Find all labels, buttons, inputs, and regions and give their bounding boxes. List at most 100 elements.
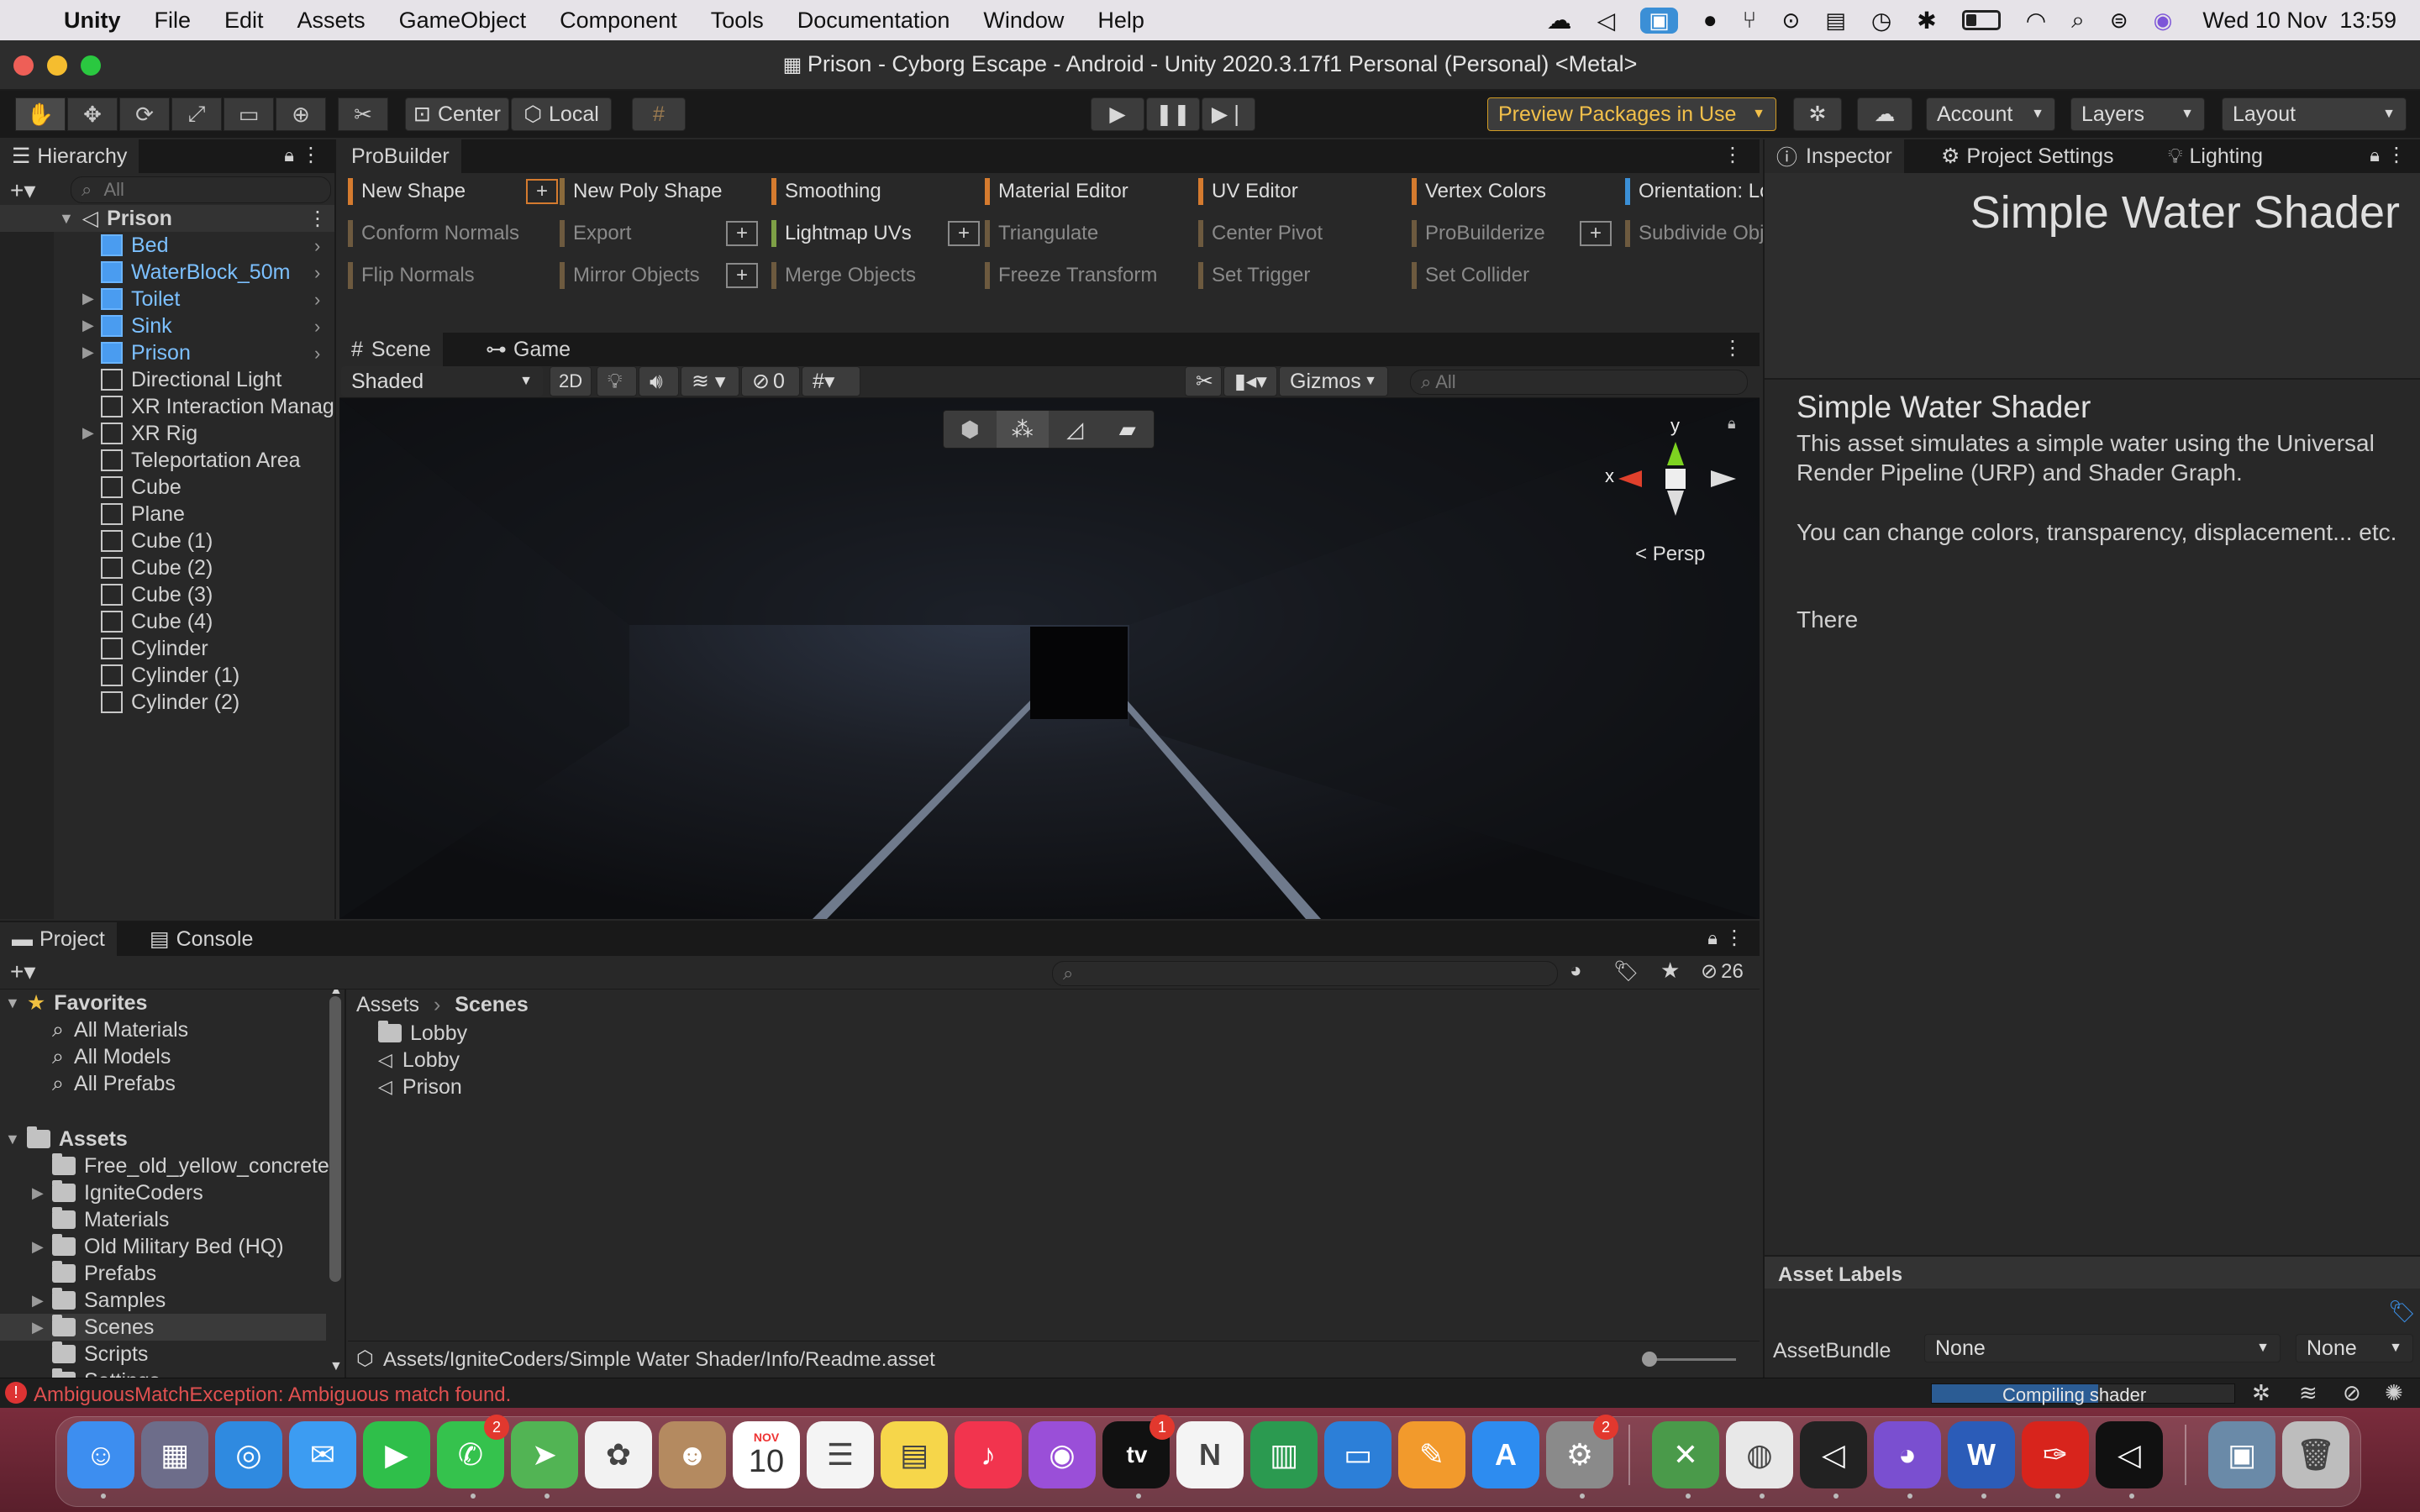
photos-icon[interactable]: ✿ <box>585 1421 652 1488</box>
podcasts-icon[interactable]: ◉ <box>1028 1421 1096 1488</box>
hierarchy-item[interactable]: Cylinder (2) <box>101 689 239 716</box>
probuilder-action[interactable]: New Poly Shape <box>560 178 722 205</box>
word-icon[interactable]: W <box>1948 1421 2015 1488</box>
menu-documentation[interactable]: Documentation <box>797 8 950 34</box>
move-tool-icon[interactable]: ✥ <box>67 97 118 131</box>
chevron-right-icon[interactable]: › <box>314 289 320 311</box>
keynote-icon[interactable]: ▭ <box>1324 1421 1392 1488</box>
gizmo-lock-icon[interactable]: 🔒︎ <box>1728 415 1736 433</box>
probuilder-action[interactable]: Freeze Transform <box>985 262 1157 289</box>
news-icon[interactable]: N <box>1176 1421 1244 1488</box>
probuilder-action[interactable]: Set Trigger <box>1198 262 1310 289</box>
probuilder-action[interactable]: ProBuilderize <box>1412 220 1545 247</box>
collapsed-arrow-icon[interactable]: ▶ <box>32 1184 44 1202</box>
hierarchy-item[interactable]: XR Interaction Manag <box>101 393 334 420</box>
hierarchy-item[interactable]: Plane <box>101 501 185 528</box>
asset-folder[interactable]: Prefabs <box>52 1260 156 1287</box>
grid-toggle-icon[interactable]: #▾ <box>802 366 860 396</box>
probuilder-action[interactable]: Flip Normals <box>348 262 475 289</box>
facetime-icon[interactable]: ▶ <box>363 1421 430 1488</box>
lighting-toggle-icon[interactable]: 💡︎ <box>597 366 637 396</box>
menu-tools[interactable]: Tools <box>711 8 764 34</box>
step-button[interactable]: ▶❘ <box>1202 97 1255 131</box>
console-error-message[interactable]: AmbiguousMatchException: Ambiguous match… <box>34 1383 511 1407</box>
tab-inspector[interactable]: ⓘ Inspector <box>1765 139 1904 173</box>
collapsed-arrow-icon[interactable]: ▶ <box>82 317 94 334</box>
assetbundle-variant-dropdown[interactable]: None ▼ <box>2296 1334 2413 1362</box>
wifi-icon[interactable]: ◠ <box>2026 7 2046 34</box>
probuilder-action[interactable]: Material Editor <box>985 178 1128 205</box>
custom-tool-icon[interactable]: ✂ <box>338 97 388 131</box>
hidden-packages-toggle[interactable]: ⊘ 26 <box>1701 959 1744 984</box>
probuilder-action[interactable]: Smoothing <box>771 178 881 205</box>
chevron-right-icon[interactable]: › <box>314 316 320 338</box>
menu-help[interactable]: Help <box>1097 8 1144 34</box>
collapsed-arrow-icon[interactable]: ▶ <box>32 1292 44 1310</box>
hierarchy-item[interactable]: WaterBlock_50m <box>101 259 290 286</box>
tab-hierarchy[interactable]: ☰ Hierarchy <box>0 139 139 173</box>
probuilder-action[interactable]: Merge Objects <box>771 262 916 289</box>
time-machine-icon[interactable]: ◷ <box>1871 7 1891 34</box>
kebab-menu-icon[interactable]: ⋮ <box>2386 143 2407 167</box>
calendar-widget-icon[interactable]: ▤ <box>1825 8 1846 34</box>
grid-snap-icon[interactable]: # <box>632 97 686 131</box>
auto-generate-lighting-icon[interactable]: ⊘ <box>2343 1380 2361 1406</box>
search-by-label-icon[interactable]: 🏷︎ <box>1613 959 1639 984</box>
pause-button[interactable]: ❚❚ <box>1146 97 1200 131</box>
kebab-menu-icon[interactable]: ⋮ <box>301 143 321 167</box>
chevron-right-icon[interactable]: › <box>314 262 320 284</box>
hierarchy-item[interactable]: Cube (2) <box>101 554 213 581</box>
lock-icon[interactable]: 🔒︎ <box>2370 144 2380 166</box>
action-options-button[interactable]: + <box>726 263 758 288</box>
rotate-tool-icon[interactable]: ⟳ <box>119 97 170 131</box>
hidden-objects-toggle[interactable]: ⊘ 0 <box>741 366 800 396</box>
asset-folder[interactable]: Scenes <box>52 1314 154 1341</box>
siri-icon[interactable]: ◉ <box>2154 8 2173 34</box>
numbers-icon[interactable]: ▥ <box>1250 1421 1318 1488</box>
cloud-icon[interactable]: ☁ <box>1857 97 1912 131</box>
lock-icon[interactable]: 🔒︎ <box>284 144 294 166</box>
hierarchy-item[interactable]: Cylinder (1) <box>101 662 239 689</box>
app-store-icon[interactable]: A <box>1472 1421 1539 1488</box>
icon-size-slider-handle[interactable] <box>1642 1352 1657 1367</box>
create-asset-button[interactable]: +▾ <box>10 958 35 985</box>
favorite-item[interactable]: ⌕ All Models <box>52 1043 171 1070</box>
collapsed-arrow-icon[interactable]: ▶ <box>82 424 94 442</box>
asset-folder[interactable]: Scripts <box>52 1341 148 1368</box>
action-options-button[interactable]: + <box>726 221 758 246</box>
layers-status-icon[interactable]: ≋ <box>2299 1380 2317 1406</box>
probuilder-action[interactable]: Lightmap UVs <box>771 220 912 247</box>
vertex-mode-icon[interactable]: ⁂ <box>996 411 1049 448</box>
hierarchy-item[interactable]: Bed <box>101 232 168 259</box>
menu-edit[interactable]: Edit <box>224 8 264 34</box>
asset-folder[interactable]: Materials <box>52 1206 169 1233</box>
tab-project[interactable]: ▬ Project <box>0 922 117 956</box>
menu-file[interactable]: File <box>155 8 192 34</box>
tab-project-settings[interactable]: ⚙ Project Settings <box>1929 139 2126 173</box>
probuilder-action[interactable]: Export <box>560 220 631 247</box>
transform-tool-icon[interactable]: ⊕ <box>276 97 326 131</box>
audio-toggle-icon[interactable]: 🔊︎ <box>639 366 679 396</box>
probuilder-action[interactable]: Mirror Objects <box>560 262 700 289</box>
search-by-type-icon[interactable]: ◕ <box>1570 959 1582 983</box>
gizmos-dropdown[interactable]: Gizmos ▼ <box>1279 366 1388 396</box>
preview-icon[interactable]: ▣ <box>2208 1421 2275 1488</box>
scene-search-input[interactable]: ⌕ All <box>1410 370 1748 395</box>
chrome-icon[interactable]: ◍ <box>1726 1421 1793 1488</box>
pivot-center-button[interactable]: ⊡ Center <box>405 97 509 131</box>
launchpad-icon[interactable]: ▦ <box>141 1421 208 1488</box>
asset-folder[interactable]: Old Military Bed (HQ) <box>52 1233 284 1260</box>
system-preferences-icon[interactable]: ⚙ 2 <box>1546 1415 1618 1488</box>
persp-label[interactable]: < Persp <box>1635 543 1705 566</box>
action-options-button[interactable]: + <box>526 179 558 204</box>
rect-tool-icon[interactable]: ▭ <box>224 97 274 131</box>
breadcrumb-current[interactable]: Scenes <box>455 993 529 1016</box>
collapsed-arrow-icon[interactable]: ▶ <box>32 1238 44 1256</box>
scroll-up-icon[interactable]: ▲ <box>329 990 343 998</box>
unity-icon[interactable]: ◁ <box>2096 1421 2163 1488</box>
collapsed-arrow-icon[interactable]: ▶ <box>82 344 94 361</box>
menu-window[interactable]: Window <box>983 8 1064 34</box>
scale-tool-icon[interactable]: ⤢ <box>171 97 222 131</box>
reminders-icon[interactable]: ☰ <box>807 1421 874 1488</box>
creative-cloud-icon[interactable]: ☁ <box>1547 6 1572 35</box>
